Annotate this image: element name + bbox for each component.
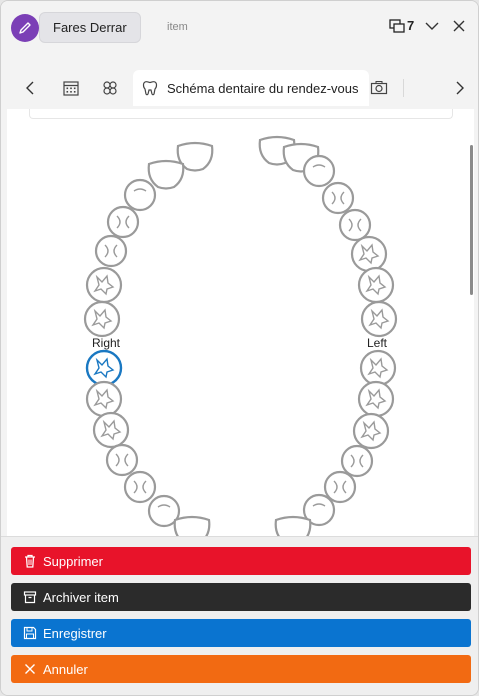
tooth[interactable] xyxy=(123,470,157,504)
app-window: Fares Derrar item 7 Schéma dentaire du r… xyxy=(0,0,479,696)
avatar[interactable] xyxy=(11,14,39,42)
chevron-right-icon xyxy=(456,81,464,95)
user-chip[interactable]: Fares Derrar xyxy=(39,12,141,43)
tooth[interactable] xyxy=(350,235,388,273)
calendar-icon xyxy=(63,81,79,96)
delete-button[interactable]: Supprimer xyxy=(11,547,471,575)
tooth[interactable] xyxy=(323,470,357,504)
tooth[interactable] xyxy=(302,154,336,188)
close-button[interactable] xyxy=(450,17,468,35)
delete-button-label: Supprimer xyxy=(43,553,103,569)
tooth[interactable] xyxy=(123,178,157,212)
tab-dental-chart[interactable]: Schéma dentaire du rendez-vous xyxy=(133,70,369,106)
windows-icon xyxy=(389,18,405,33)
collapse-button[interactable] xyxy=(423,17,441,35)
dental-arch xyxy=(83,135,398,536)
tooth[interactable] xyxy=(106,205,140,239)
cancel-button-label: Annuler xyxy=(43,661,88,677)
tooth[interactable] xyxy=(173,515,211,536)
tab-scroll-left-button[interactable] xyxy=(17,75,43,101)
right-side-label: Right xyxy=(92,336,121,350)
item-label: item xyxy=(167,21,188,33)
tab-molecule[interactable] xyxy=(97,75,123,101)
tab-camera[interactable] xyxy=(366,75,392,101)
archive-button-label: Archiver item xyxy=(43,589,119,605)
tab-bar: Schéma dentaire du rendez-vous xyxy=(7,67,474,109)
archive-icon xyxy=(23,591,37,604)
tooth[interactable] xyxy=(338,208,372,242)
tooth[interactable] xyxy=(83,300,121,338)
tooth-icon xyxy=(142,81,158,96)
tab-scroll-right-button[interactable] xyxy=(447,75,473,101)
tooth[interactable] xyxy=(147,159,185,190)
tooth[interactable] xyxy=(85,266,123,304)
tooth[interactable] xyxy=(357,266,395,304)
tab-calendar[interactable] xyxy=(58,75,84,101)
archive-button[interactable]: Archiver item xyxy=(11,583,471,611)
window-count: 7 xyxy=(407,18,415,33)
windows-counter[interactable]: 7 xyxy=(389,18,414,33)
tooth[interactable] xyxy=(340,444,374,478)
tooth[interactable] xyxy=(359,349,397,387)
save-button-label: Enregistrer xyxy=(43,625,107,641)
user-name: Fares Derrar xyxy=(53,20,127,35)
tooth[interactable] xyxy=(105,443,139,477)
left-side-label: Left xyxy=(367,336,388,350)
save-button[interactable]: Enregistrer xyxy=(11,619,471,647)
chevron-down-icon xyxy=(425,22,439,30)
tooth[interactable] xyxy=(94,234,128,268)
vertical-scrollbar[interactable] xyxy=(470,145,473,295)
close-icon xyxy=(453,20,465,32)
close-icon xyxy=(25,664,35,674)
tooth[interactable] xyxy=(321,181,355,215)
tab-separator xyxy=(403,79,404,97)
chevron-left-icon xyxy=(26,81,34,95)
tooth[interactable] xyxy=(352,412,390,450)
cancel-button[interactable]: Annuler xyxy=(11,655,471,683)
tooth-selected[interactable] xyxy=(85,349,123,387)
action-panel: Supprimer Archiver item Enregistrer Annu… xyxy=(1,536,478,695)
pencil-icon xyxy=(19,22,31,34)
tooth[interactable] xyxy=(274,515,312,536)
tooth[interactable] xyxy=(85,380,123,418)
camera-icon xyxy=(370,81,388,95)
molecule-icon xyxy=(103,81,117,95)
trash-icon xyxy=(25,554,35,568)
save-icon xyxy=(23,626,37,640)
tab-dental-chart-label: Schéma dentaire du rendez-vous xyxy=(167,80,359,96)
tooth[interactable] xyxy=(360,300,398,338)
dental-chart-panel: Right Left xyxy=(7,109,474,536)
tooth[interactable] xyxy=(92,411,130,449)
title-bar: Fares Derrar item 7 xyxy=(1,1,478,53)
tooth[interactable] xyxy=(357,380,395,418)
